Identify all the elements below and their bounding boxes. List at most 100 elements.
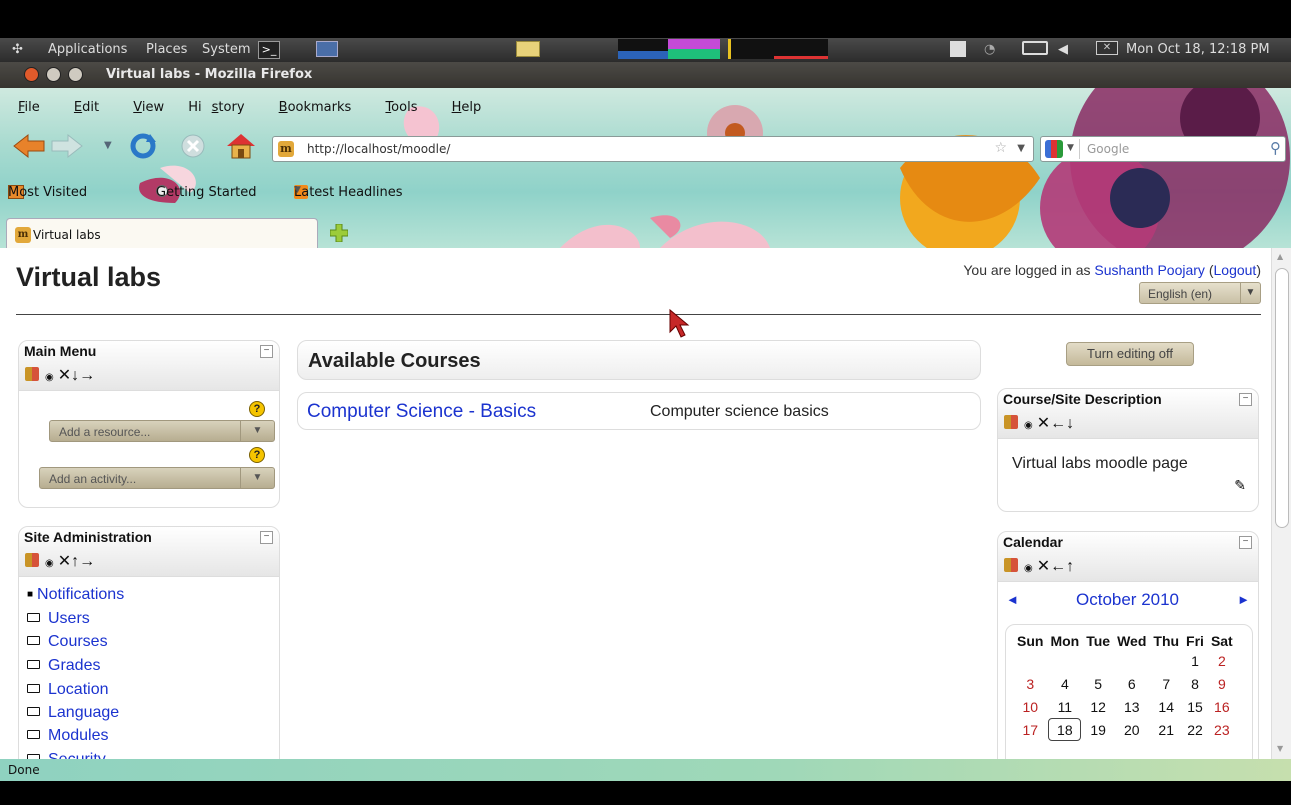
hide-icon[interactable]: ◉ (1024, 563, 1033, 574)
google-engine-icon[interactable] (1045, 140, 1063, 158)
next-month-icon[interactable]: ► (1237, 592, 1250, 607)
move-left-icon[interactable]: ← (1050, 415, 1066, 432)
move-right-icon[interactable]: → (79, 367, 95, 384)
hide-icon[interactable]: ◉ (45, 372, 54, 383)
delete-icon[interactable]: ✕ (1037, 415, 1050, 432)
menu-history[interactable]: Hi story (188, 100, 254, 115)
clock[interactable]: Mon Oct 18, 12:18 PM (1126, 42, 1270, 57)
calendar-day: 7 (1162, 675, 1171, 692)
terminal-icon[interactable]: >_ (258, 41, 280, 59)
collapse-icon[interactable]: − (260, 345, 273, 358)
notes-icon[interactable] (516, 41, 540, 57)
calendar-day (1015, 649, 1045, 672)
stop-icon[interactable] (176, 132, 210, 160)
calendar-day: 19 (1090, 721, 1106, 738)
calendar-day: 13 (1123, 698, 1140, 715)
menu-help[interactable]: Help (442, 100, 492, 115)
admin-item-users[interactable]: Users (27, 610, 90, 628)
menu-tools[interactable]: Tools (375, 100, 427, 115)
hide-icon[interactable]: ◉ (45, 558, 54, 569)
maximize-window-icon[interactable] (68, 67, 83, 82)
volume-icon[interactable]: ◀ (1058, 42, 1068, 57)
calendar-day: 2 (1217, 652, 1226, 669)
search-go-icon[interactable]: ⚲ (1270, 139, 1281, 157)
roles-icon[interactable] (1004, 415, 1018, 429)
move-down-icon[interactable]: ↓ (1066, 415, 1074, 432)
monitor-icon[interactable] (316, 41, 338, 57)
calendar-today[interactable]: 18 (1048, 718, 1082, 741)
calendar-month-link[interactable]: October 2010 (1076, 590, 1179, 610)
url-bar[interactable]: m http://localhost/moodle/ ☆ ▼ (272, 136, 1034, 162)
menu-bookmarks[interactable]: Bookmarks (269, 100, 362, 115)
url-dropdown-icon[interactable]: ▼ (1017, 143, 1025, 154)
forward-icon[interactable] (50, 132, 84, 160)
menu-system[interactable]: System (202, 42, 250, 57)
help-icon[interactable]: ? (249, 447, 265, 463)
wifi-icon[interactable]: ◔ (984, 42, 995, 57)
menu-edit[interactable]: Edit (64, 100, 109, 115)
load-monitor-icon (774, 39, 828, 59)
scroll-up-icon[interactable]: ▲ (1277, 252, 1283, 261)
admin-item-location[interactable]: Location (27, 681, 109, 699)
back-icon[interactable] (12, 132, 46, 160)
collapse-icon[interactable]: − (260, 531, 273, 544)
bookmark-star-icon[interactable]: ☆ (994, 140, 1007, 156)
close-window-icon[interactable] (24, 67, 39, 82)
add-activity-select[interactable]: Add an activity... ▼ (39, 467, 275, 489)
roles-icon[interactable] (1004, 558, 1018, 572)
delete-icon[interactable]: ✕ (58, 553, 71, 570)
logout-link[interactable]: Logout (1214, 262, 1257, 278)
admin-item-courses[interactable]: Courses (27, 633, 108, 651)
move-up-icon[interactable]: ↑ (1066, 558, 1074, 575)
user-link[interactable]: Sushanth Poojary (1094, 262, 1205, 278)
battery-applet-icon[interactable] (950, 41, 966, 57)
scroll-down-icon[interactable]: ▼ (1277, 744, 1283, 753)
reload-icon[interactable] (126, 132, 160, 160)
collapse-icon[interactable]: − (1239, 536, 1252, 549)
folder-icon (27, 636, 40, 645)
minimize-window-icon[interactable] (46, 67, 61, 82)
help-icon[interactable]: ? (249, 401, 265, 417)
search-input[interactable]: Google (1087, 142, 1129, 156)
roles-icon[interactable] (25, 553, 39, 567)
language-select[interactable]: English (en) ▼ (1139, 282, 1261, 304)
calendar-grid: Sun Mon Tue Wed Thu Fri Sat 1 2 3 4 5 6 … (1005, 624, 1253, 759)
url-text[interactable]: http://localhost/moodle/ (307, 142, 450, 156)
collapse-icon[interactable]: − (1239, 393, 1252, 406)
calendar-day: 20 (1123, 721, 1140, 738)
admin-item-security[interactable]: Security (27, 751, 106, 759)
admin-item-modules[interactable]: Modules (27, 727, 108, 745)
roles-icon[interactable] (25, 367, 39, 381)
edit-pencil-icon[interactable]: ✎ (1234, 477, 1246, 494)
home-icon[interactable] (224, 132, 258, 160)
prev-month-icon[interactable]: ◄ (1006, 592, 1019, 607)
hide-icon[interactable]: ◉ (1024, 420, 1033, 431)
engine-dropdown-icon[interactable]: ▼ (1067, 143, 1074, 153)
login-info: You are logged in as Sushanth Poojary (L… (963, 262, 1261, 278)
search-bar[interactable]: ▼ Google ⚲ (1040, 136, 1286, 162)
move-up-icon[interactable]: ↑ (71, 553, 79, 570)
new-tab-icon[interactable] (330, 224, 348, 242)
history-dropdown-icon[interactable]: ▼ (104, 140, 112, 151)
turn-editing-off-button[interactable]: Turn editing off (1066, 342, 1194, 366)
menu-view[interactable]: View (123, 100, 174, 115)
admin-item-language[interactable]: Language (27, 704, 119, 722)
scrollbar-thumb[interactable] (1275, 268, 1289, 528)
delete-icon[interactable]: ✕ (58, 367, 71, 384)
admin-item-grades[interactable]: Grades (27, 657, 100, 675)
vertical-scrollbar[interactable]: ▲ ▼ (1271, 248, 1291, 759)
admin-item-notifications[interactable]: ■ Notifications (27, 586, 124, 604)
course-link[interactable]: Computer Science - Basics (307, 401, 536, 423)
battery-icon[interactable] (1022, 41, 1048, 55)
menu-places[interactable]: Places (146, 42, 187, 57)
delete-icon[interactable]: ✕ (1037, 558, 1050, 575)
menu-applications[interactable]: Applications (48, 42, 127, 57)
menu-file[interactable]: File (8, 100, 50, 115)
tab-virtual-labs[interactable]: m Virtual labs (6, 218, 318, 248)
mail-icon[interactable]: ✕ (1096, 41, 1118, 55)
add-resource-select[interactable]: Add a resource... ▼ (49, 420, 275, 442)
move-right-icon[interactable]: → (79, 553, 95, 570)
move-left-icon[interactable]: ← (1050, 558, 1066, 575)
gnome-foot-icon[interactable]: ✣ (12, 42, 23, 57)
move-down-icon[interactable]: ↓ (71, 367, 79, 384)
